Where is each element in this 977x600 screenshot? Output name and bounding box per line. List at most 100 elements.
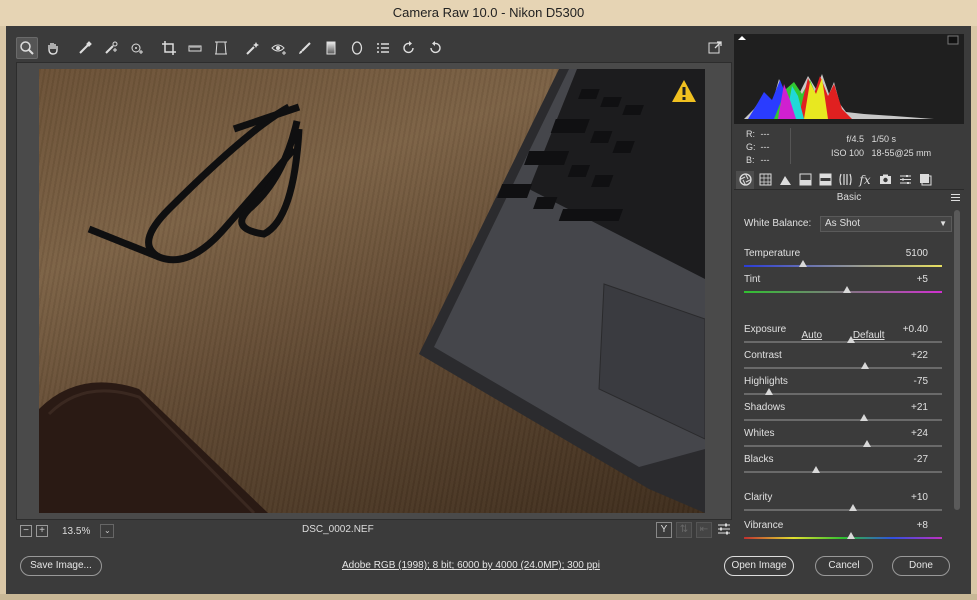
zoom-in-button[interactable]: + <box>36 525 48 537</box>
zoom-out-button[interactable]: − <box>20 525 32 537</box>
white-balance-row: White Balance: As Shot ▼ <box>744 216 952 232</box>
preferences-icon[interactable] <box>372 37 394 59</box>
zoom-level: 13.5% <box>62 525 91 537</box>
tab-detail[interactable] <box>776 171 794 189</box>
slider-value[interactable]: -75 <box>914 376 928 387</box>
tone-curve-icon <box>759 173 771 186</box>
slider-value[interactable]: 5100 <box>906 248 928 259</box>
tab-snapshots[interactable] <box>916 171 934 189</box>
basic-panel: White Balance: As Shot ▼ Temperature 5100 T… <box>734 208 952 539</box>
rotate-ccw-icon[interactable] <box>398 37 420 59</box>
slider-row-contrast: Contrast +22 <box>744 350 942 361</box>
tab-lens[interactable] <box>836 171 854 189</box>
slider-thumb[interactable] <box>764 388 773 395</box>
slider-thumb[interactable] <box>842 286 851 293</box>
default-link[interactable]: Default <box>853 330 885 341</box>
slider-track-clarity[interactable] <box>744 504 942 511</box>
fullscreen-toggle-icon[interactable] <box>704 37 726 59</box>
straighten-tool-icon[interactable] <box>184 37 206 59</box>
tab-basic[interactable] <box>736 170 754 189</box>
slider-thumb[interactable] <box>860 362 869 369</box>
tab-camera-calibration[interactable] <box>876 171 894 189</box>
cancel-button[interactable]: Cancel <box>815 556 873 576</box>
slider-row-whites: Whites +24 <box>744 428 942 439</box>
slider-label: Vibrance <box>744 520 784 531</box>
slider-track-whites[interactable] <box>744 440 942 447</box>
slider-value[interactable]: +22 <box>911 350 928 361</box>
transform-tool-icon[interactable] <box>210 37 232 59</box>
slider-value[interactable]: +8 <box>917 520 928 531</box>
tab-hsl[interactable] <box>796 171 814 189</box>
slider-thumb[interactable] <box>862 440 871 447</box>
slider-value[interactable]: +21 <box>911 402 928 413</box>
before-after-toggle[interactable]: Y <box>656 522 672 538</box>
slider-row-temperature: Temperature 5100 <box>744 248 942 259</box>
slider-row-vibrance: Vibrance +8 <box>744 520 942 531</box>
slider-value[interactable]: +10 <box>911 492 928 503</box>
slider-value[interactable]: +24 <box>911 428 928 439</box>
white-balance-select[interactable]: As Shot ▼ <box>820 216 952 232</box>
open-image-button[interactable]: Open Image <box>724 556 794 576</box>
shutter-speed: 1/50 s <box>871 134 897 144</box>
copy-settings-icon[interactable]: ⇤ <box>696 522 712 538</box>
done-button[interactable]: Done <box>892 556 950 576</box>
hand-tool-icon[interactable] <box>42 37 64 59</box>
slider-track-tint[interactable] <box>744 286 942 293</box>
swap-before-after-icon[interactable]: ⇅ <box>676 522 692 538</box>
zoom-tool-icon[interactable] <box>16 37 38 59</box>
bottom-bar: Save Image... Adobe RGB (1998); 8 bit; 6… <box>6 552 971 584</box>
slider-track-contrast[interactable] <box>744 362 942 369</box>
image-info: R: --- G: --- B: --- f/4.5 1/50 s ISO 10… <box>734 124 964 168</box>
slider-label: Tint <box>744 274 761 285</box>
slider-track-blacks[interactable] <box>744 466 942 473</box>
aperture: f/4.5 <box>846 134 864 144</box>
split-toning-icon <box>819 173 831 186</box>
spot-removal-tool-icon[interactable] <box>242 37 264 59</box>
workflow-options-link[interactable]: Adobe RGB (1998); 8 bit; 6000 by 4000 (2… <box>342 560 600 571</box>
crop-tool-icon[interactable] <box>158 37 180 59</box>
rotate-cw-icon[interactable] <box>424 37 446 59</box>
white-balance-tool-icon[interactable] <box>74 37 96 59</box>
shadow-clipping-icon <box>738 36 746 40</box>
view-settings-icon[interactable] <box>716 522 732 538</box>
slider-thumb[interactable] <box>799 260 808 267</box>
slider-value[interactable]: +5 <box>917 274 928 285</box>
targeted-adjustment-tool-icon[interactable] <box>126 37 148 59</box>
slider-thumb[interactable] <box>846 532 855 539</box>
auto-link[interactable]: Auto <box>801 330 822 341</box>
slider-value[interactable]: -27 <box>914 454 928 465</box>
slider-track-temperature[interactable] <box>744 260 942 267</box>
warning-icon[interactable] <box>671 79 697 103</box>
graduated-filter-icon[interactable] <box>320 37 342 59</box>
slider-track-vibrance[interactable] <box>744 532 942 539</box>
slider-thumb[interactable] <box>859 414 868 421</box>
tab-tone-curve[interactable] <box>756 171 774 189</box>
radial-filter-icon[interactable] <box>346 37 368 59</box>
photo-preview[interactable] <box>39 69 705 513</box>
tab-split-toning[interactable] <box>816 171 834 189</box>
slider-track-shadows[interactable] <box>744 414 942 421</box>
fx-icon: fx <box>859 172 871 187</box>
camera-icon <box>879 174 891 184</box>
color-sampler-tool-icon[interactable] <box>100 37 122 59</box>
toolbar <box>16 36 732 60</box>
red-eye-removal-icon[interactable] <box>268 37 290 59</box>
histogram[interactable] <box>734 34 964 124</box>
panel-scrollbar[interactable] <box>952 208 962 538</box>
slider-track-exposure[interactable] <box>744 336 942 343</box>
tab-presets[interactable] <box>896 171 914 189</box>
snapshots-icon <box>919 174 931 186</box>
tab-effects[interactable]: fx <box>856 171 874 189</box>
slider-row-blacks: Blacks -27 <box>744 454 942 465</box>
panel-menu-icon[interactable] <box>951 193 960 202</box>
save-image-button[interactable]: Save Image... <box>20 556 102 576</box>
file-name: DSC_0002.NEF <box>302 524 374 535</box>
zoom-dropdown[interactable]: ⌄ <box>100 524 115 538</box>
slider-thumb[interactable] <box>848 504 857 511</box>
slider-track-highlights[interactable] <box>744 388 942 395</box>
image-preview-area[interactable] <box>16 62 732 520</box>
slider-row-clarity: Clarity +10 <box>744 492 942 503</box>
highlight-clipping-icon <box>947 35 959 45</box>
slider-thumb[interactable] <box>812 466 821 473</box>
adjustment-brush-icon[interactable] <box>294 37 316 59</box>
